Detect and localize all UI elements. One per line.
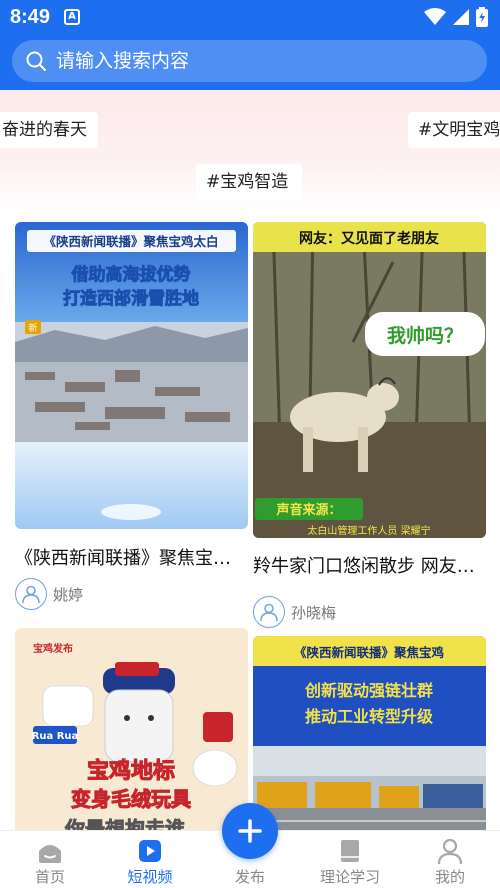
author-name: 姚婷 [53,585,84,604]
video-card[interactable]: 网友：又见面了老朋友 我帅吗？ 声音来源： 太白山管理工作人员 梁耀宁 羚牛家门… [253,222,486,628]
user-icon [260,603,278,622]
video-thumbnail[interactable]: 《陕西新闻联播》聚焦宝鸡 创新驱动强链壮群 推动工业转型升级 [253,636,486,830]
status-time: 8:49 [10,6,51,28]
nav-theory-study[interactable]: 理论学习 [300,831,400,888]
search-icon [26,51,46,71]
nav-label: 短视频 [127,868,173,886]
industry-thumbnail-image: 《陕西新闻联播》聚焦宝鸡 创新驱动强链壮群 推动工业转型升级 [253,636,486,830]
thumbnail-headline: 打造西部滑雪胜地 [63,288,199,309]
thumbnail-banner-text: 网友：又见面了老朋友 [299,230,439,247]
author-row[interactable]: 姚婷 [15,578,83,610]
signal-icon [453,9,469,25]
nav-mine[interactable]: 我的 [400,831,500,888]
video-thumbnail[interactable]: 《陕西新闻联播》聚焦宝鸡太白 借助高海拔优势 打造西部滑雪胜地 新 [15,222,248,529]
thumbnail-bottom-text: 你最想抱走谁 [64,817,185,830]
thumbnail-caption: 太白山管理工作人员 梁耀宁 [307,524,430,537]
ski-resort-thumbnail-image: 《陕西新闻联播》聚焦宝鸡太白 借助高海拔优势 打造西部滑雪胜地 新 [15,222,248,529]
author-row[interactable]: 孙晓梅 [253,596,336,628]
wifi-icon [424,8,446,25]
home-icon [39,845,61,863]
thumbnail-speech-bubble: 我帅吗？ [387,325,463,347]
search-bar[interactable] [12,40,487,82]
nav-label: 理论学习 [319,868,380,886]
notification-app-icon: A [64,9,80,25]
thumbnail-tag: 新 [28,322,37,334]
user-icon [22,585,40,604]
thumbnail-banner-text: 《陕西新闻联播》聚焦宝鸡 [294,645,444,660]
video-thumbnail[interactable]: 宝鸡发布 Rua Rua 宝鸡地标 变身毛绒玩具 你最想抱走谁 [15,628,248,830]
thumbnail-headline: 变身毛绒玩具 [71,787,191,811]
video-title[interactable]: 羚牛家门口悠闲散步 网友：又见面了老朋友 [253,552,486,578]
nav-home[interactable]: 首页 [0,831,100,888]
thumbnail-headline: 宝鸡地标 [87,758,175,784]
status-bar: 8:49 A [0,0,500,34]
nav-short-video[interactable]: 短视频 [100,831,200,888]
plus-icon [238,819,262,843]
topic-tag[interactable]: #文明宝鸡 [408,112,500,148]
plush-toy-thumbnail-image: 宝鸡发布 Rua Rua 宝鸡地标 变身毛绒玩具 你最想抱走谁 [15,628,248,830]
topic-tag[interactable]: #宝鸡智造 [196,164,302,200]
thumbnail-headline: 创新驱动强链壮群 [304,681,433,700]
nav-label: 发布 [234,868,265,886]
thumbnail-rua-label: Rua Rua [32,731,79,742]
book-icon [341,840,359,862]
video-card[interactable]: 宝鸡发布 Rua Rua 宝鸡地标 变身毛绒玩具 你最想抱走谁 [15,628,248,830]
top-header: 8:49 A [0,0,500,90]
status-icons [424,6,488,28]
thumbnail-logo-text: 宝鸡发布 [33,642,73,655]
author-name: 孙晓梅 [291,603,337,622]
video-title[interactable]: 《陕西新闻联播》聚焦宝鸡太白 借助高海拔优势 [15,544,248,570]
thumbnail-headline: 借助高海拔优势 [71,264,191,285]
topic-tags-area: 奋进的春天 #文明宝鸡 #宝鸡智造 [0,90,500,212]
search-input[interactable] [56,40,476,82]
thumbnail-headline: 推动工业转型升级 [305,707,434,726]
video-card[interactable]: 《陕西新闻联播》聚焦宝鸡太白 借助高海拔优势 打造西部滑雪胜地 新 《陕西新闻联… [15,222,248,617]
thumbnail-source-label: 声音来源： [275,502,341,518]
video-feed: 《陕西新闻联播》聚焦宝鸡太白 借助高海拔优势 打造西部滑雪胜地 新 《陕西新闻联… [0,212,500,830]
video-thumbnail[interactable]: 网友：又见面了老朋友 我帅吗？ 声音来源： 太白山管理工作人员 梁耀宁 [253,222,486,538]
takin-thumbnail-image: 网友：又见面了老朋友 我帅吗？ 声音来源： 太白山管理工作人员 梁耀宁 [253,222,486,538]
nav-label: 首页 [34,868,65,886]
publish-button[interactable] [222,803,278,859]
thumbnail-banner-text: 《陕西新闻联播》聚焦宝鸡太白 [43,234,218,249]
video-play-icon [139,840,161,862]
video-card[interactable]: 《陕西新闻联播》聚焦宝鸡 创新驱动强链壮群 推动工业转型升级 [253,636,486,830]
avatar [15,578,47,610]
nav-label: 我的 [434,868,465,886]
battery-icon [476,7,488,27]
topic-tag[interactable]: 奋进的春天 [0,112,98,148]
avatar [253,596,285,628]
person-icon [437,838,463,865]
